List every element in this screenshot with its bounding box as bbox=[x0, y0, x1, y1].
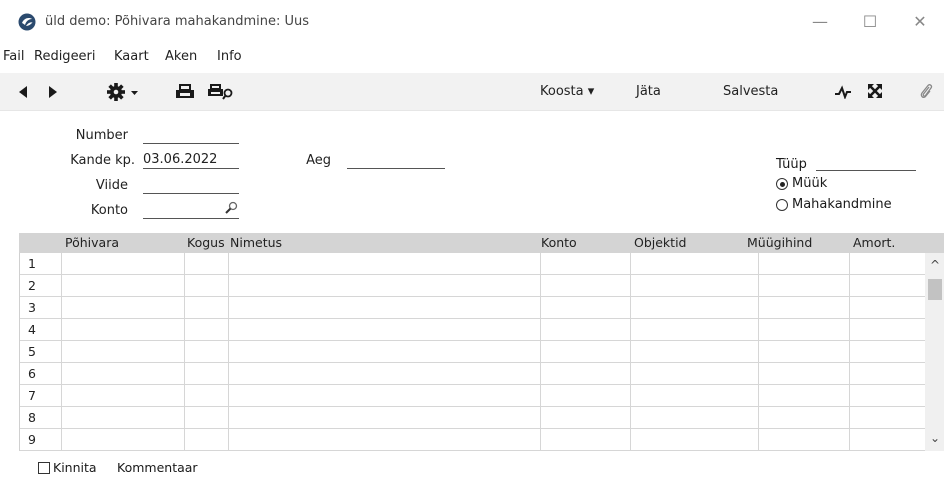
row-number: 5 bbox=[28, 344, 36, 359]
expand-icon[interactable] bbox=[867, 83, 883, 99]
window-title: üld demo: Põhivara mahakandmine: Uus bbox=[45, 14, 310, 29]
kommentaar-label: Kommentaar bbox=[117, 460, 198, 475]
row-number: 1 bbox=[28, 256, 36, 271]
column-divider bbox=[228, 253, 229, 451]
column-divider bbox=[849, 253, 850, 451]
grid-body[interactable]: 1 2 3 4 5 6 7 8 9 bbox=[19, 253, 926, 451]
table-row[interactable]: 8 bbox=[20, 407, 926, 429]
table-row[interactable]: 1 bbox=[20, 253, 926, 275]
koosta-dropdown[interactable]: Koosta ▾ bbox=[540, 73, 594, 110]
salvesta-button[interactable]: Salvesta bbox=[723, 73, 778, 110]
tyyp-divider bbox=[816, 170, 916, 171]
maximize-button[interactable]: ☐ bbox=[855, 10, 885, 34]
column-konto[interactable]: Konto bbox=[541, 233, 577, 253]
radio-muuk-button[interactable] bbox=[776, 178, 788, 190]
next-record-icon[interactable] bbox=[48, 85, 58, 99]
table-row[interactable]: 6 bbox=[20, 363, 926, 385]
radio-mahakandmine-label: Mahakandmine bbox=[792, 197, 892, 212]
row-number: 8 bbox=[28, 410, 36, 425]
number-field[interactable] bbox=[143, 127, 239, 144]
table-row[interactable]: 5 bbox=[20, 341, 926, 363]
tyyp-label: Tüüp bbox=[776, 157, 807, 172]
table-row[interactable]: 7 bbox=[20, 385, 926, 407]
row-number: 4 bbox=[28, 322, 36, 337]
grid-header: Põhivara Kogus Nimetus Konto Objektid Mü… bbox=[19, 233, 944, 253]
column-divider bbox=[758, 253, 759, 451]
menu-aken[interactable]: Aken bbox=[165, 49, 197, 64]
table-row[interactable]: 2 bbox=[20, 275, 926, 297]
radio-mahakandmine-button[interactable] bbox=[776, 199, 788, 211]
kande-kp-field[interactable]: 03.06.2022 bbox=[143, 152, 239, 169]
menu-redigeeri[interactable]: Redigeeri bbox=[34, 49, 96, 64]
aeg-field[interactable] bbox=[347, 152, 445, 169]
menu-kaart[interactable]: Kaart bbox=[114, 49, 149, 64]
row-number: 6 bbox=[28, 366, 36, 381]
minimize-button[interactable]: — bbox=[805, 10, 835, 34]
row-number: 3 bbox=[28, 300, 36, 315]
search-icon[interactable] bbox=[224, 201, 238, 215]
paperclip-icon[interactable] bbox=[919, 83, 933, 100]
scroll-thumb[interactable] bbox=[928, 279, 942, 300]
table-row[interactable]: 9 bbox=[20, 429, 926, 451]
scroll-up-icon[interactable]: ^ bbox=[927, 258, 943, 272]
column-divider bbox=[184, 253, 185, 451]
viide-label: Viide bbox=[95, 178, 128, 193]
toolbar: Koosta ▾ Jäta Salvesta bbox=[0, 73, 944, 111]
radio-mahakandmine[interactable]: Mahakandmine bbox=[776, 197, 906, 213]
viide-field[interactable] bbox=[143, 177, 239, 194]
column-objektid[interactable]: Objektid bbox=[634, 233, 686, 253]
radio-muuk[interactable]: Müük bbox=[776, 176, 856, 192]
app-logo-icon bbox=[18, 13, 36, 31]
menu-info[interactable]: Info bbox=[217, 49, 242, 64]
menu-fail[interactable]: Fail bbox=[3, 49, 24, 64]
column-kogus[interactable]: Kogus bbox=[187, 233, 225, 253]
radio-muuk-label: Müük bbox=[792, 176, 828, 191]
previous-record-icon[interactable] bbox=[18, 85, 28, 99]
kinnita-checkbox[interactable] bbox=[38, 462, 50, 474]
row-number: 2 bbox=[28, 278, 36, 293]
column-divider bbox=[61, 253, 62, 451]
table-row[interactable]: 3 bbox=[20, 297, 926, 319]
aeg-label: Aeg bbox=[306, 153, 331, 168]
activity-icon[interactable] bbox=[834, 85, 852, 99]
close-button[interactable]: ✕ bbox=[905, 10, 935, 34]
column-divider bbox=[540, 253, 541, 451]
row-number: 7 bbox=[28, 388, 36, 403]
table-row[interactable]: 4 bbox=[20, 319, 926, 341]
konto-label: Konto bbox=[90, 203, 128, 218]
print-preview-icon[interactable] bbox=[207, 84, 235, 100]
kande-kp-label: Kande kp. bbox=[70, 153, 135, 168]
row-number: 9 bbox=[28, 432, 36, 447]
column-divider bbox=[630, 253, 631, 451]
gear-icon[interactable] bbox=[107, 82, 147, 102]
jata-button[interactable]: Jäta bbox=[636, 73, 661, 110]
scroll-down-icon[interactable]: ⌄ bbox=[927, 431, 943, 445]
column-nimetus[interactable]: Nimetus bbox=[230, 233, 282, 253]
column-muugihind[interactable]: Müügihind bbox=[747, 233, 812, 253]
printer-icon[interactable] bbox=[175, 84, 195, 100]
kinnita-label: Kinnita bbox=[53, 460, 97, 475]
number-label: Number bbox=[75, 128, 128, 143]
column-pohivara[interactable]: Põhivara bbox=[65, 233, 119, 253]
column-amort[interactable]: Amort. bbox=[853, 233, 895, 253]
